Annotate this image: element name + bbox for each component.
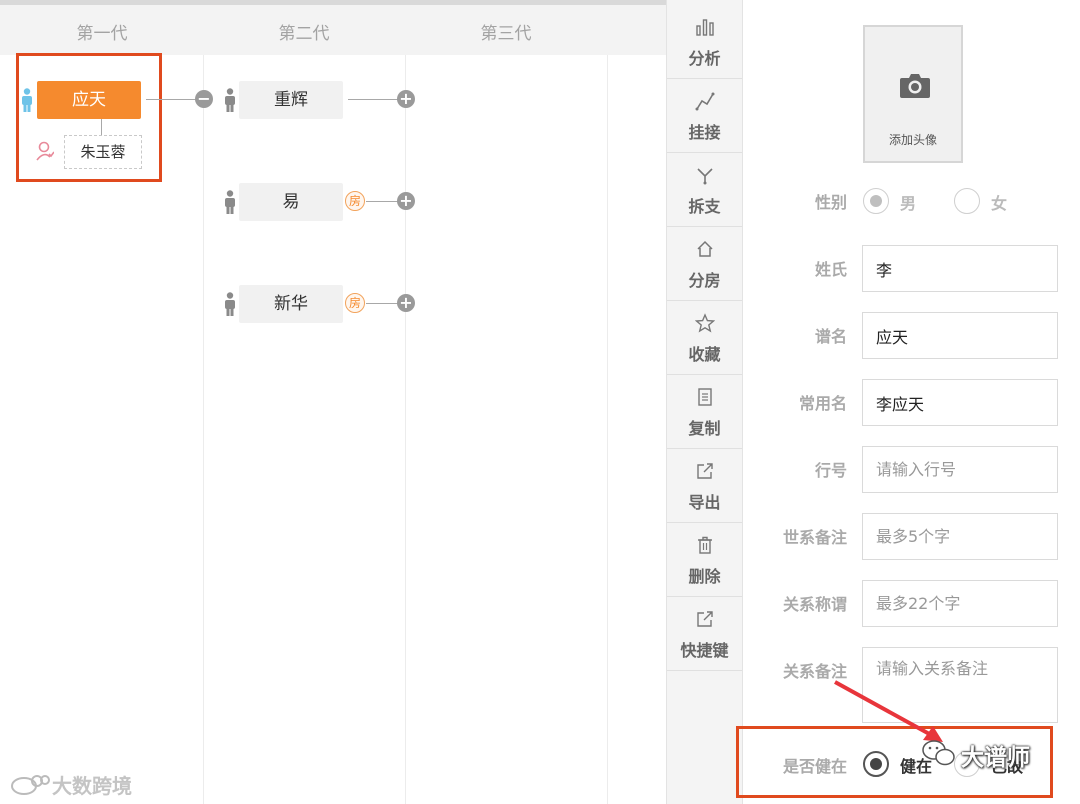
highlight-box [16, 53, 162, 182]
tool-label: 分房 [688, 271, 721, 290]
branch-badge: 房 [345, 191, 365, 211]
gender-male-radio[interactable] [863, 188, 889, 214]
tool-shortcut[interactable]: 快捷键 [667, 597, 742, 671]
gender-female-label: 女 [991, 194, 1008, 213]
add-child-button[interactable]: + [397, 90, 415, 108]
tool-delete[interactable]: 删除 [667, 523, 742, 597]
collapse-button[interactable]: − [195, 90, 213, 108]
tool-analysis[interactable]: 分析 [667, 5, 742, 79]
tree-connector [366, 303, 398, 304]
generation-label-2: 第二代 [278, 24, 330, 44]
tree-connector [366, 201, 398, 202]
child-node-2[interactable]: 易 [239, 183, 343, 221]
tool-label: 收藏 [688, 345, 721, 364]
surname-input[interactable] [862, 245, 1058, 292]
camera-icon [900, 74, 930, 98]
watermark-right-text: 大谱师 [961, 745, 1030, 771]
family-tree-canvas: 第一代 第二代 第三代 应天 朱玉蓉 − 重辉 + 易 房 + 新华 房 + 大… [0, 0, 666, 804]
surname-label: 姓氏 [814, 260, 847, 279]
tool-favorite[interactable]: 收藏 [667, 301, 742, 375]
generation-header: 第一代 第二代 第三代 [0, 5, 666, 55]
star-icon [695, 313, 715, 333]
male-person-icon [225, 88, 235, 112]
gender-male-label: 男 [900, 194, 917, 213]
tool-export[interactable]: 导出 [667, 449, 742, 523]
lineage-note-label: 世系备注 [782, 528, 847, 547]
tool-label: 拆支 [688, 197, 721, 216]
column-divider [203, 55, 204, 804]
link-chain-icon [695, 92, 715, 111]
gender-label: 性别 [814, 193, 847, 212]
tool-label: 分析 [688, 49, 721, 68]
relation-title-input[interactable] [862, 580, 1058, 627]
male-person-icon [225, 190, 235, 214]
pedigree-name-label: 谱名 [814, 327, 847, 346]
shortcut-icon [697, 611, 713, 627]
pedigree-name-input[interactable] [862, 312, 1058, 359]
weibo-logo-icon [11, 775, 50, 795]
rank-label: 行号 [814, 461, 847, 480]
trash-icon [698, 536, 712, 554]
tree-connector [146, 99, 196, 100]
male-person-icon [225, 292, 235, 316]
export-icon [697, 463, 713, 479]
add-child-button[interactable]: + [397, 294, 415, 312]
tool-split[interactable]: 拆支 [667, 153, 742, 227]
add-avatar-button[interactable]: 添加头像 [863, 25, 963, 163]
child-node-3[interactable]: 新华 [239, 285, 343, 323]
bar-chart-icon [696, 19, 714, 36]
tool-label: 删除 [688, 567, 721, 586]
person-edit-panel: 添加头像 性别 男 女 姓氏 谱名 常用名 行号 世系备注 关系称谓 关系备注 … [736, 0, 1080, 804]
relation-note-label: 关系备注 [782, 662, 847, 681]
add-child-button[interactable]: + [397, 192, 415, 210]
column-divider [405, 55, 406, 804]
split-icon [697, 168, 713, 185]
generation-label-3: 第三代 [480, 24, 532, 44]
watermark-left-text: 大数跨境 [52, 774, 132, 798]
tool-divide-branch[interactable]: 分房 [667, 227, 742, 301]
house-icon [697, 240, 713, 257]
wechat-logo-icon [922, 740, 955, 766]
common-name-input[interactable] [862, 379, 1058, 426]
tool-attach[interactable]: 挂接 [667, 79, 742, 153]
branch-badge: 房 [345, 293, 365, 313]
child-node-1[interactable]: 重辉 [239, 81, 343, 119]
tool-label: 导出 [688, 493, 721, 512]
avatar-label: 添加头像 [888, 133, 937, 147]
rank-input[interactable] [862, 446, 1058, 493]
column-divider [607, 55, 608, 804]
tool-label: 快捷键 [680, 641, 729, 660]
lineage-note-input[interactable] [862, 513, 1058, 560]
generation-label-1: 第一代 [76, 24, 128, 44]
gender-female-radio[interactable] [954, 188, 980, 214]
tree-connector [348, 99, 398, 100]
relation-title-label: 关系称谓 [782, 595, 847, 614]
action-toolbar: 分析 挂接 拆支 分房 收藏 复制 导出 删除 快捷键 [666, 0, 743, 804]
copy-doc-icon [698, 388, 712, 406]
tool-copy[interactable]: 复制 [667, 375, 742, 449]
common-name-label: 常用名 [798, 394, 847, 413]
tool-label: 挂接 [688, 123, 721, 142]
tool-label: 复制 [688, 419, 721, 438]
